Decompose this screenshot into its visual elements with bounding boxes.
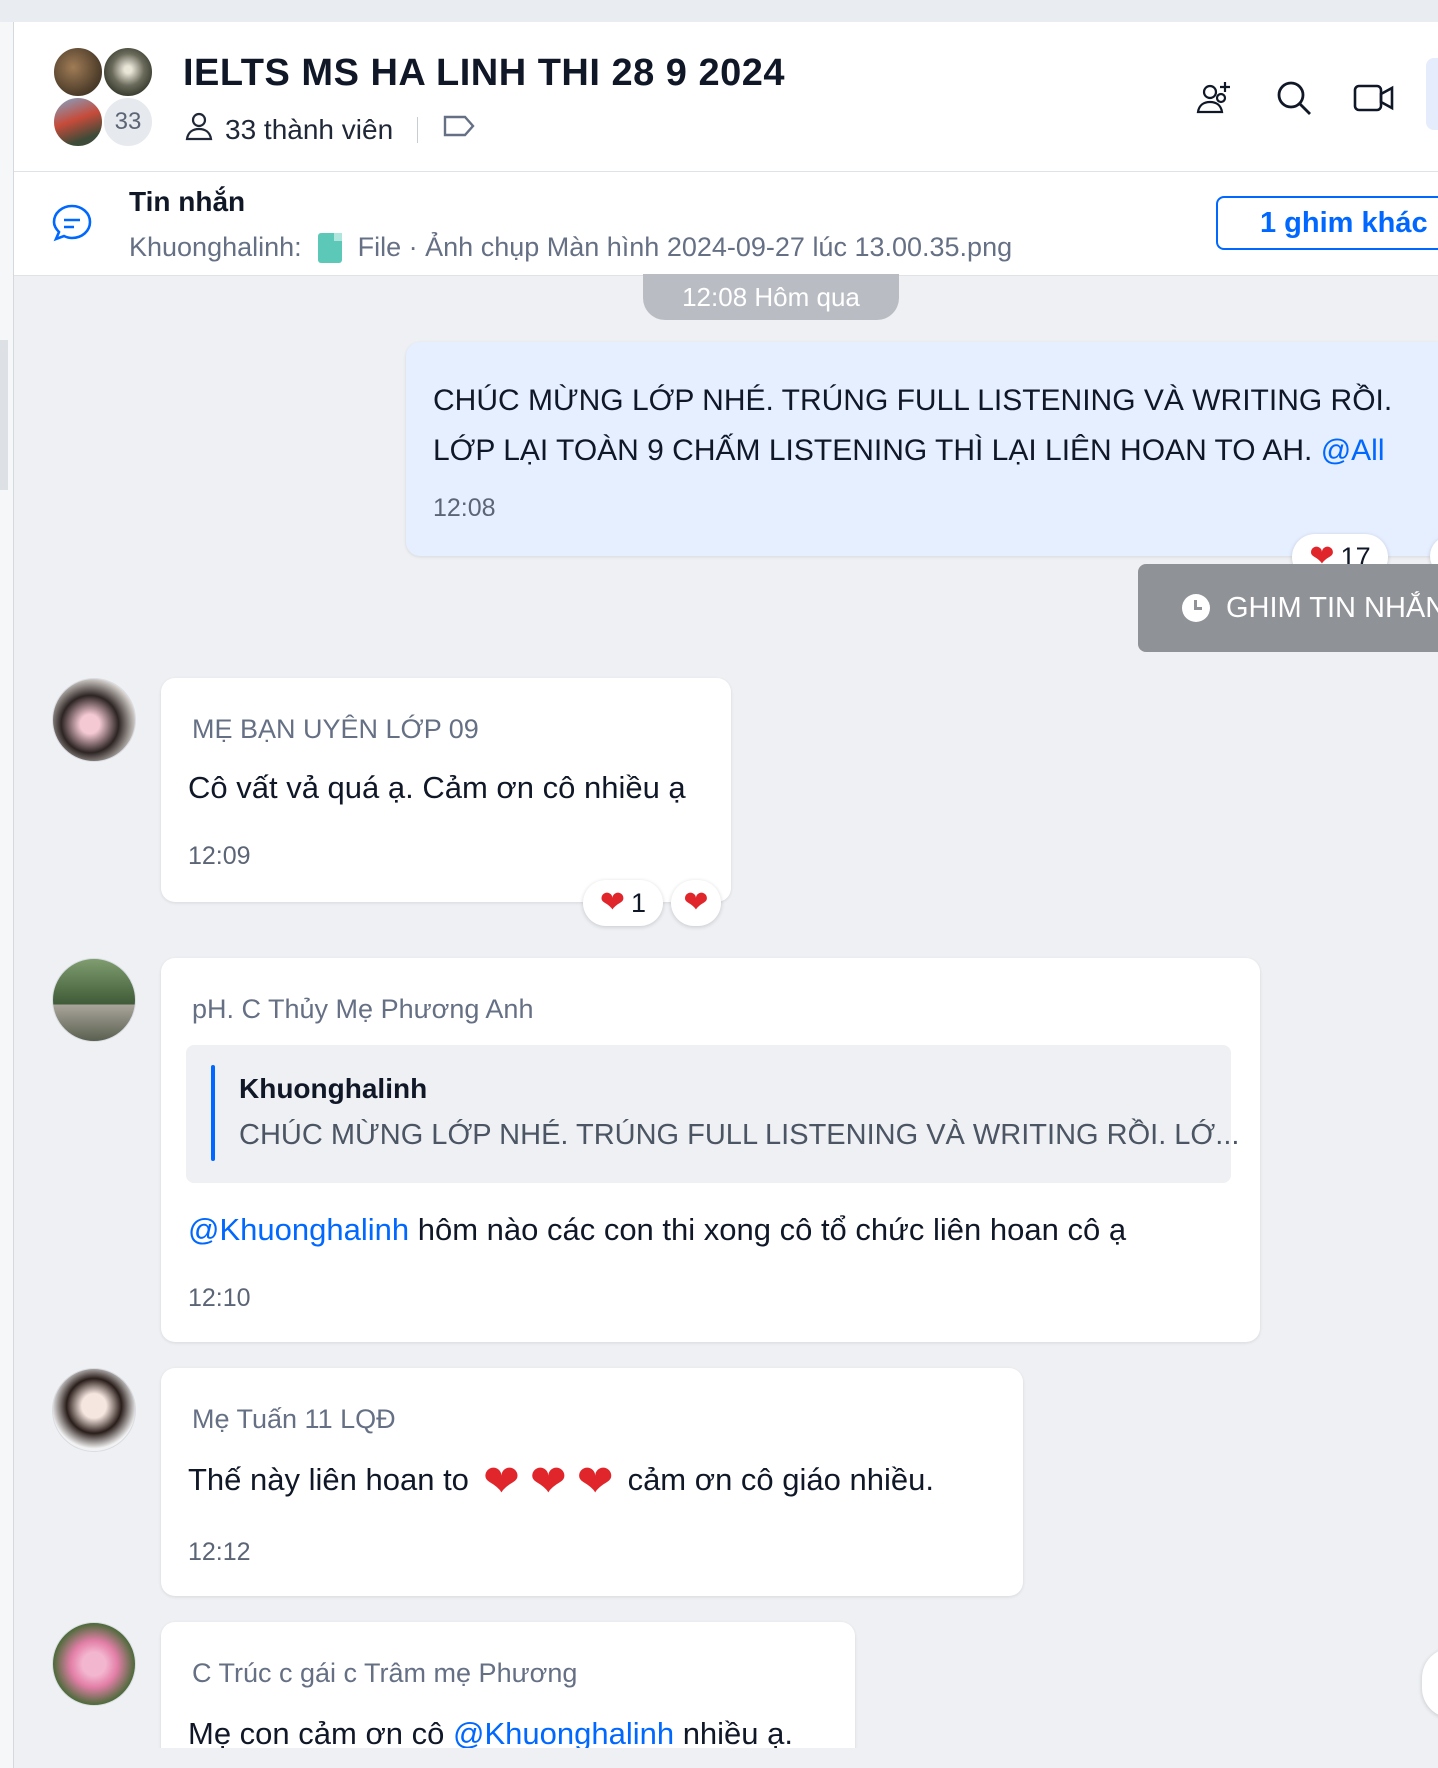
members-row: 33 thành viên: [183, 110, 476, 149]
scroll-to-bottom-button[interactable]: [1422, 1648, 1438, 1718]
reaction-count: 1: [631, 887, 647, 918]
sender-name[interactable]: MẸ BẠN UYÊN LỚP 09: [192, 714, 479, 745]
search-icon[interactable]: [1272, 76, 1316, 120]
person-icon: [183, 110, 215, 149]
my-message-bubble[interactable]: CHÚC MỪNG LỚP NHÉ. TRÚNG FULL LISTENING …: [406, 342, 1438, 556]
message-body: nhiều ạ.: [674, 1716, 794, 1751]
mention-link[interactable]: @Khuonghalinh: [453, 1716, 674, 1751]
add-member-icon[interactable]: [1192, 76, 1236, 120]
members-label[interactable]: 33 thành viên: [225, 114, 393, 146]
top-window-strip: [0, 0, 1438, 22]
message-line: CHÚC MỪNG LỚP NHÉ. TRÚNG FULL LISTENING …: [433, 384, 1393, 417]
heart-icon: ❤: [683, 886, 709, 919]
quote-bar: [211, 1065, 215, 1161]
mention-link[interactable]: @Khuonghalinh: [188, 1212, 409, 1247]
message-bubble[interactable]: pH. C Thủy Mẹ Phương Anh Khuonghalinh CH…: [161, 958, 1260, 1342]
mention-link[interactable]: @All: [1321, 434, 1385, 467]
message-line-2: LỚP LẠI TOÀN 9 CHẤM LISTENING THÌ LẠI LI…: [433, 426, 1392, 476]
member-avatar: [102, 46, 154, 98]
heart-icon: ❤: [576, 1456, 614, 1506]
member-avatar: [52, 46, 104, 98]
message-text: @Khuonghalinh hôm nào các con thi xong c…: [188, 1212, 1126, 1248]
pin-message-toast[interactable]: GHIM TIN NHẮN: [1138, 564, 1438, 652]
heart-icon: ❤: [482, 1456, 520, 1506]
chat-bubble-icon: [50, 202, 94, 251]
pinned-preview: Khuonghalinh: File · Ảnh chụp Màn hình 2…: [129, 232, 1012, 263]
video-call-icon[interactable]: [1352, 76, 1396, 120]
message-time: 12:10: [188, 1284, 251, 1312]
member-count-badge: 33: [102, 96, 154, 148]
group-title[interactable]: IELTS MS HA LINH THI 28 9 2024: [183, 52, 785, 95]
avatar[interactable]: [52, 958, 136, 1042]
message-text: Cô vất vả quá ạ. Cảm ơn cô nhiều ạ: [188, 770, 686, 805]
heart-emojis: ❤ ❤ ❤: [482, 1456, 614, 1506]
message-time: 12:08: [433, 494, 496, 522]
avatar[interactable]: [52, 1622, 136, 1706]
pinned-sender: Khuonghalinh:: [129, 232, 302, 262]
message-body: Mẹ con cảm ơn cô: [188, 1716, 453, 1751]
pinned-title: Tin nhắn: [129, 186, 246, 217]
member-avatar: [52, 96, 104, 148]
message-bubble[interactable]: MẸ BẠN UYÊN LỚP 09 Cô vất vả quá ạ. Cảm …: [161, 678, 731, 902]
heart-icon: ❤: [599, 886, 626, 919]
message-body: Thế này liên hoan to: [188, 1462, 469, 1497]
sender-name[interactable]: pH. C Thủy Mẹ Phương Anh: [192, 994, 533, 1025]
composer-edge: [14, 1748, 1438, 1768]
conversation-header: 33 IELTS MS HA LINH THI 28 9 2024 33 thà…: [14, 22, 1438, 172]
more-pins-label: 1 ghim khác: [1260, 206, 1428, 239]
image-file-icon: [317, 232, 342, 263]
pinned-file-label: File · Ảnh chụp Màn hình 2024-09-27 lúc …: [357, 232, 1013, 262]
message-bubble[interactable]: Mẹ Tuấn 11 LQĐ Thế này liên hoan to ❤ ❤ ❤ cả…: [161, 1368, 1023, 1596]
avatar[interactable]: [52, 678, 136, 762]
quoted-message[interactable]: Khuonghalinh CHÚC MỪNG LỚP NHÉ. TRÚNG FU…: [186, 1045, 1239, 1183]
date-separator: 12:08 Hôm qua: [643, 274, 899, 320]
group-avatar[interactable]: 33: [52, 46, 172, 152]
pinned-message-bar[interactable]: Tin nhắn Khuonghalinh: File · Ảnh chụp M…: [14, 172, 1438, 276]
clock-icon: [1182, 594, 1210, 622]
divider: [417, 116, 419, 143]
message-time: 12:12: [188, 1538, 251, 1566]
message-text: CHÚC MỪNG LỚP NHÉ. TRÚNG FULL LISTENING …: [433, 376, 1392, 476]
quote-text: CHÚC MỪNG LỚP NHÉ. TRÚNG FULL LISTENING …: [239, 1119, 1240, 1151]
avatar[interactable]: [52, 1368, 136, 1452]
more-pins-button[interactable]: 1 ghim khác ▼: [1216, 196, 1438, 250]
quote-sender: Khuonghalinh: [239, 1073, 428, 1104]
left-scroll-indicator: [0, 340, 8, 490]
toast-label: GHIM TIN NHẮN: [1226, 591, 1438, 624]
reaction-badge[interactable]: ❤ 1: [583, 880, 663, 926]
message-body: hôm nào các con thi xong cô tổ chức liên…: [409, 1212, 1127, 1247]
header-actions: [1192, 76, 1396, 120]
message-text: Mẹ con cảm ơn cô @Khuonghalinh nhiều ạ.: [188, 1716, 793, 1752]
heart-icon: ❤: [529, 1456, 567, 1506]
message-text: Thế này liên hoan to ❤ ❤ ❤ cảm ơn cô giáo nh…: [188, 1452, 934, 1508]
sender-name[interactable]: C Trúc c gái c Trâm mẹ Phương: [192, 1658, 577, 1689]
message-body: cảm ơn cô giáo nhiều.: [627, 1462, 934, 1497]
left-panel-edge: [0, 22, 14, 1768]
tag-icon[interactable]: [442, 113, 476, 146]
sender-name[interactable]: Mẹ Tuấn 11 LQĐ: [192, 1404, 396, 1435]
message-bubble[interactable]: C Trúc c gái c Trâm mẹ Phương Mẹ con cảm…: [161, 1622, 855, 1768]
add-reaction-button[interactable]: ❤: [671, 880, 721, 926]
message-line: LỚP LẠI TOÀN 9 CHẤM LISTENING THÌ LẠI LI…: [433, 434, 1313, 467]
message-time: 12:09: [188, 842, 251, 870]
sidebar-toggle-button[interactable]: [1426, 58, 1438, 130]
